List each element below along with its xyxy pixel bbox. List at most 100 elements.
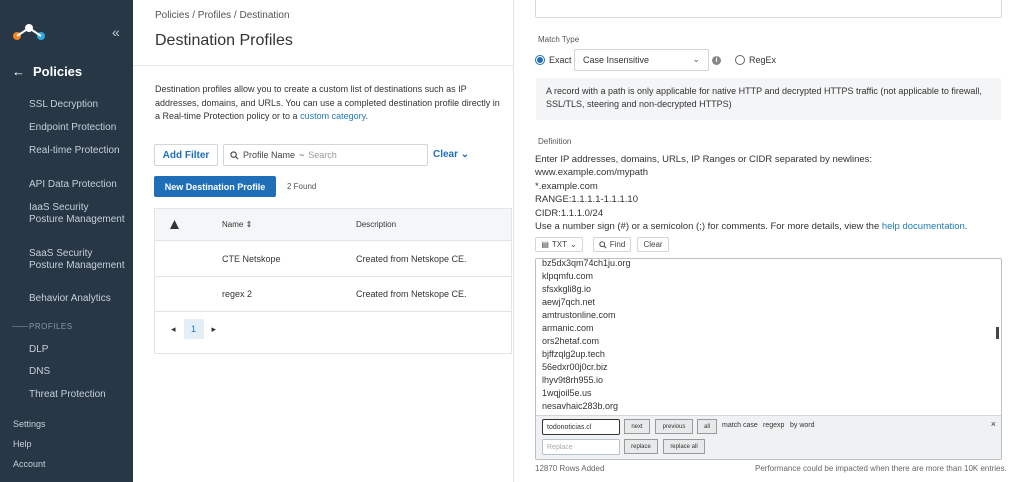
prev-page-icon[interactable]: ◂ (171, 324, 176, 335)
match-regex-radio[interactable]: RegEx (735, 55, 776, 65)
page-number[interactable]: 1 (183, 319, 204, 339)
select-value: Case Insensitive (583, 55, 650, 65)
find-input[interactable]: todonoticias.cl (542, 419, 620, 435)
help-line: Use a number sign (#) or a semicolon (;)… (535, 220, 1005, 233)
column-header-name[interactable]: Name ⇕ (222, 220, 252, 229)
sidebar-item-api-data-protection[interactable]: API Data Protection (29, 179, 125, 191)
chevron-down-icon: ⌄ (460, 149, 470, 160)
editor-line: sfsxkgli8g.io (542, 284, 592, 294)
table-header: Name ⇕ Description (155, 209, 511, 241)
sidebar-account[interactable]: Account (13, 459, 46, 469)
search-field-name: Profile Name (243, 150, 296, 160)
sidebar-item-behavior-analytics[interactable]: Behavior Analytics (29, 293, 125, 305)
editor-scrollbar[interactable] (996, 327, 999, 339)
sidebar-item-realtime-protection[interactable]: Real-time Protection (29, 145, 125, 157)
comment-text: Use a number sign (#) or a semicolon (;)… (535, 221, 880, 233)
breadcrumb[interactable]: Policies / Profiles / Destination (155, 10, 290, 21)
sidebar-section-profiles: PROFILES (29, 322, 73, 331)
rows-added-status: 12870 Rows Added (535, 464, 605, 473)
replace-button[interactable]: replace (624, 439, 658, 454)
find-previous-button[interactable]: previous (655, 419, 693, 434)
chevron-down-icon: ⌄ (569, 240, 577, 249)
help-line: RANGE:1.1.1.1-1.1.1.10 (535, 194, 638, 206)
chevron-down-icon: ⌄ (692, 54, 700, 64)
row-name: CTE Netskope (222, 254, 281, 264)
sidebar-item-threat-protection[interactable]: Threat Protection (29, 389, 125, 401)
sidebar-item-dns[interactable]: DNS (29, 366, 125, 378)
description-textarea[interactable] (535, 0, 1002, 18)
header-divider (133, 65, 513, 66)
match-exact-radio[interactable]: Exact (535, 55, 572, 65)
by-word-option[interactable]: by word (790, 422, 815, 429)
add-filter-button[interactable]: Add Filter (154, 144, 218, 166)
editor-line: bz5dx3qm74ch1ju.org (542, 258, 631, 268)
clear-filter-button[interactable]: Clear ⌄ (433, 149, 469, 160)
match-case-option[interactable]: match case (722, 422, 758, 429)
new-destination-profile-button[interactable]: New Destination Profile (154, 176, 276, 197)
close-icon[interactable]: × (991, 419, 996, 429)
radio-unselected-icon (735, 55, 745, 65)
edit-profile-panel: Match Type Exact Case Insensitive ⌄ i Re… (513, 0, 1024, 482)
search-placeholder: Search (308, 150, 337, 160)
replace-all-button[interactable]: replace all (663, 439, 705, 454)
profile-search-input[interactable]: Profile Name ~ Search (223, 144, 428, 166)
custom-category-link[interactable]: custom category (300, 111, 365, 121)
back-to-policies[interactable]: ← Policies (12, 64, 82, 79)
help-line: CIDR:1.1.1.0/24 (535, 207, 604, 219)
row-description: Created from Netskope CE. (356, 254, 467, 264)
section-divider (12, 326, 28, 327)
path-note: A record with a path is only applicable … (536, 78, 1001, 120)
clear-editor-button[interactable]: Clear (637, 237, 669, 252)
editor-line: armanic.com (542, 323, 594, 333)
row-description: Created from Netskope CE. (356, 289, 467, 299)
txt-label: TXT (551, 240, 567, 249)
sidebar-item-ssl-decryption[interactable]: SSL Decryption (29, 99, 125, 111)
find-label: Find (609, 240, 626, 249)
netskope-logo[interactable] (12, 22, 46, 42)
help-documentation-link[interactable]: help documentation (882, 221, 965, 232)
row-name: regex 2 (222, 289, 253, 299)
search-operator: ~ (299, 150, 305, 160)
definition-label: Definition (538, 137, 572, 146)
table-row[interactable]: CTE Netskope Created from Netskope CE. (155, 242, 511, 277)
description-end: . (365, 111, 368, 121)
search-icon (599, 240, 607, 249)
profiles-table: Name ⇕ Description CTE Netskope Created … (154, 208, 512, 354)
editor-line: 1wqjoil5e.us (542, 388, 592, 398)
editor-line: amtrustonline.com (542, 310, 616, 320)
page-title: Destination Profiles (155, 32, 293, 49)
find-button[interactable]: Find (593, 237, 631, 252)
sidebar-item-iaas-sspm[interactable]: IaaS Security Posture Management (29, 202, 125, 226)
sidebar-help[interactable]: Help (13, 439, 32, 449)
sidebar-item-endpoint-protection[interactable]: Endpoint Protection (29, 122, 125, 134)
column-header-description: Description (356, 220, 397, 229)
info-icon[interactable]: i (712, 56, 721, 65)
sidebar-settings[interactable]: Settings (13, 419, 46, 429)
help-line: Enter IP addresses, domains, URLs, IP Ra… (535, 154, 873, 165)
match-type-label: Match Type (538, 35, 580, 44)
help-line: www.example.com/mypath (535, 167, 648, 179)
replace-input[interactable]: Replace (542, 439, 620, 455)
help-end: . (964, 221, 968, 233)
regexp-option[interactable]: regexp (763, 422, 784, 429)
collapse-sidebar-icon[interactable]: « (112, 24, 120, 40)
find-next-button[interactable]: next (624, 419, 650, 434)
back-arrow-icon: ← (12, 64, 25, 79)
next-page-icon[interactable]: ▸ (212, 324, 217, 335)
find-all-button[interactable]: all (697, 419, 717, 434)
help-line: *.example.com (535, 180, 598, 192)
find-replace-bar: todonoticias.cl next previous all match … (536, 415, 1001, 459)
warning-icon (170, 220, 179, 229)
editor-line: ors2hetaf.com (542, 336, 600, 346)
table-row[interactable]: regex 2 Created from Netskope CE. (155, 277, 511, 312)
sidebar-title: Policies (33, 64, 83, 79)
pagination: ◂ 1 ▸ (171, 319, 216, 339)
case-sensitivity-select[interactable]: Case Insensitive ⌄ (574, 49, 709, 71)
sidebar-item-dlp[interactable]: DLP (29, 344, 125, 356)
txt-format-button[interactable]: ▤ TXT ⌄ (535, 237, 583, 252)
exact-label: Exact (549, 55, 572, 65)
definition-editor[interactable]: bz5dx3qm74ch1ju.org klpqmfu.com sfsxkgli… (535, 258, 1002, 460)
sidebar-item-saas-sspm[interactable]: SaaS Security Posture Management (29, 248, 125, 272)
sidebar: « ← Policies SSL Decryption Endpoint Pro… (0, 0, 133, 482)
editor-lines: bz5dx3qm74ch1ju.org klpqmfu.com sfsxkgli… (542, 258, 631, 413)
